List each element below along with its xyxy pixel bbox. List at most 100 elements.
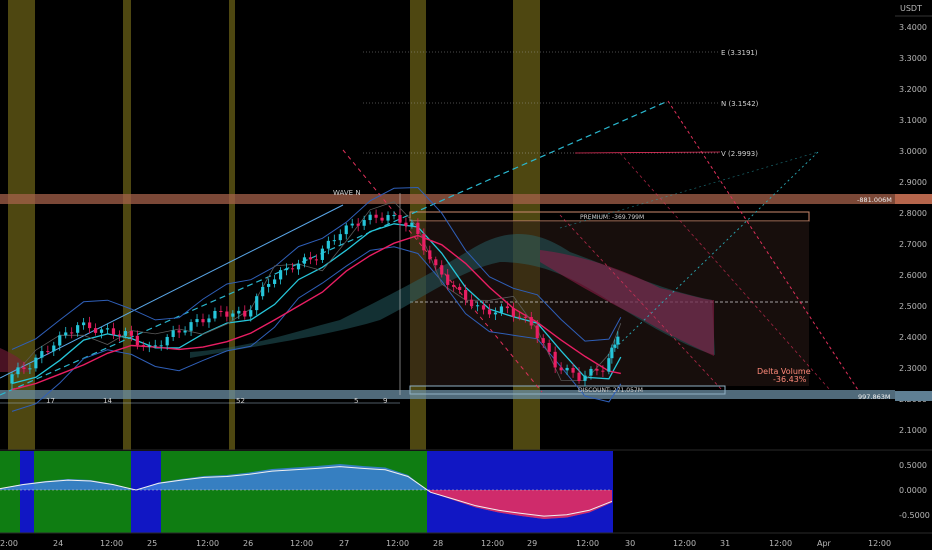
candle-body-75 [458, 286, 462, 291]
price-tick-6: 2.8000 [899, 209, 927, 218]
wave-count-4: 5 [354, 397, 358, 405]
time-tick-16: 12:00 [769, 539, 792, 548]
osc-tick-1: 0.0000 [899, 486, 927, 495]
candle-body-27 [171, 330, 175, 337]
candle-body-52 [320, 248, 324, 260]
time-tick-6: 12:00 [290, 539, 313, 548]
candle-body-39 [243, 310, 247, 317]
osc-bg-green [0, 451, 427, 533]
candle-body-59 [362, 220, 366, 226]
candle-body-28 [177, 330, 181, 333]
candle-body-16 [105, 328, 110, 330]
time-tick-4: 12:00 [196, 539, 219, 548]
price-tick-4: 3.0000 [899, 147, 927, 156]
candle-body-84 [511, 308, 515, 317]
candle-body-29 [183, 330, 187, 333]
candle-body-82 [499, 306, 504, 313]
candle-body-11 [76, 325, 80, 333]
candle-body-65 [398, 215, 402, 223]
level-e-label: E (3.3191) [721, 49, 758, 57]
candle-body-14 [93, 328, 98, 333]
price-tick-3: 3.1000 [899, 116, 927, 125]
candle-body-1 [16, 367, 20, 375]
candle-body-45 [278, 270, 283, 280]
wave-count-2: 14 [103, 397, 112, 405]
candle-body-76 [464, 290, 468, 300]
oscillator-axis-ticks: 0.5000 0.0000 -0.5000 [899, 461, 930, 520]
candle-body-88 [535, 325, 539, 339]
candle-body-44 [273, 279, 277, 284]
price-tick-7: 2.7000 [899, 240, 927, 249]
session-band-3 [229, 0, 235, 450]
candle-body-6 [46, 351, 50, 353]
candle-body-40 [249, 310, 253, 317]
candle-body-96 [583, 375, 587, 381]
candle-body-10 [70, 332, 74, 334]
candle-body-97 [589, 368, 593, 376]
candle-body-31 [195, 319, 199, 323]
candle-body-2 [22, 367, 26, 369]
candle-body-12 [82, 322, 86, 326]
candle-body-9 [64, 332, 68, 336]
time-tick-14: 12:00 [673, 539, 696, 548]
level-n-label: N (3.1542) [721, 100, 759, 108]
wave-label: WAVE N [333, 189, 361, 197]
time-tick-9: 28 [433, 539, 443, 548]
candle-body-77 [469, 299, 474, 307]
candle-body-83 [505, 306, 510, 309]
candle-body-98 [595, 368, 599, 371]
time-tick-12: 12:00 [576, 539, 599, 548]
candle-body-15 [99, 329, 104, 333]
candle-body-41 [255, 296, 259, 311]
candle-body-78 [475, 305, 480, 307]
candle-body-56 [344, 225, 348, 235]
osc-tick-2: -0.5000 [899, 511, 930, 520]
price-tick-9: 2.5000 [899, 302, 927, 311]
candle-body-94 [571, 367, 575, 373]
marker-upper: -881.006M [857, 196, 892, 204]
price-tick-10: 2.4000 [899, 333, 927, 342]
chart-canvas[interactable]: WAVE N E (3.3191) N (3.1542) V (2.9993) … [0, 0, 932, 550]
time-tick-5: 26 [243, 539, 253, 548]
time-tick-10: 12:00 [481, 539, 504, 548]
candle-body-42 [261, 286, 265, 297]
candle-body-63 [386, 215, 390, 221]
candle-body-36 [225, 311, 229, 317]
candle-body-95 [577, 372, 581, 381]
premium-label: PREMIUM: -369.799M [580, 214, 644, 221]
candle-body-61 [374, 214, 378, 218]
time-tick-8: 12:00 [386, 539, 409, 548]
delta-volume-value: -36.43% [773, 375, 807, 384]
candle-body-72 [440, 265, 444, 275]
candle-body-58 [356, 223, 360, 226]
candle-body-91 [553, 351, 557, 368]
candle-body-100 [607, 358, 611, 372]
oscillator-pane[interactable] [0, 451, 613, 533]
candle-body-55 [338, 234, 342, 241]
candle-body-62 [380, 217, 384, 221]
candle-body-32 [201, 319, 205, 323]
candle-body-48 [296, 263, 301, 270]
candle-body-71 [434, 259, 438, 266]
candle-body-69 [422, 234, 426, 251]
candle-body-60 [368, 214, 372, 221]
candle-body-103 [616, 336, 620, 345]
candle-body-22 [141, 345, 145, 347]
candle-body-66 [404, 222, 408, 226]
candle-body-81 [493, 312, 498, 315]
candle-body-79 [481, 305, 486, 310]
candle-body-4 [34, 357, 38, 369]
time-tick-2: 12:00 [100, 539, 123, 548]
candle-body-8 [58, 335, 62, 346]
candle-body-33 [207, 318, 211, 323]
time-tick-15: 31 [720, 539, 730, 548]
price-tick-11: 2.3000 [899, 364, 927, 373]
candle-body-13 [87, 322, 92, 329]
candle-body-19 [123, 331, 128, 336]
time-tick-18: 12:00 [868, 539, 891, 548]
wave-count-1: 17 [46, 397, 55, 405]
candle-body-23 [147, 345, 151, 347]
price-axis-unit: USDT [900, 4, 922, 13]
candle-body-3 [28, 368, 32, 370]
candle-body-67 [410, 222, 414, 226]
